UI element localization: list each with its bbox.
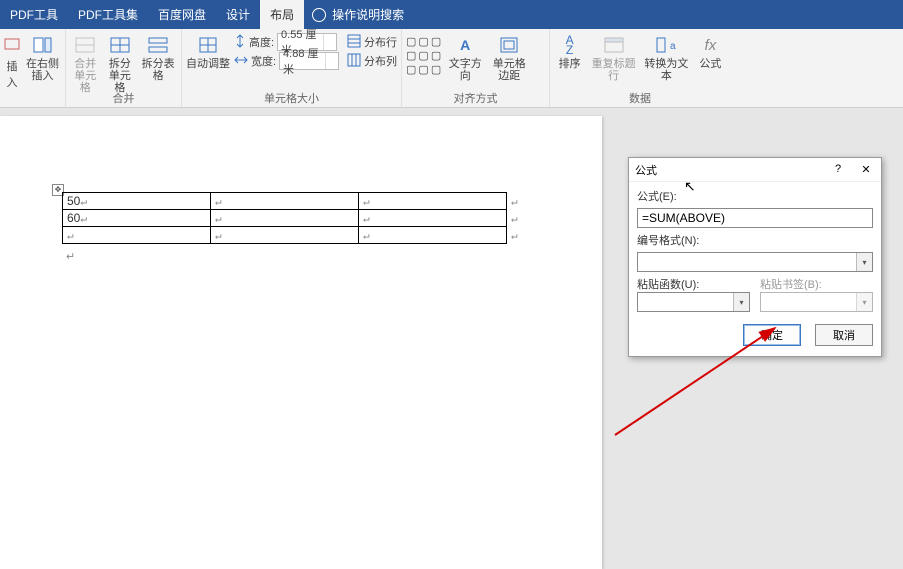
align-tr-icon[interactable]: ▢ bbox=[431, 35, 441, 48]
distribute-rows-icon bbox=[347, 34, 361, 51]
width-icon bbox=[234, 54, 248, 69]
page[interactable]: ✥ 50↵ ↵ ↵ ↵ 60↵ ↵ ↵ ↵ ↵ ↵ ↵ ↵ ↵ bbox=[0, 116, 602, 569]
split-cells-button[interactable]: 拆分 单元格 bbox=[105, 31, 136, 94]
number-format-input[interactable] bbox=[637, 252, 873, 272]
distribute-cols-button[interactable]: 分布列 bbox=[347, 52, 397, 70]
dialog-title: 公式 bbox=[635, 162, 657, 178]
number-format-label: 编号格式(N): bbox=[637, 232, 873, 248]
merge-cells-icon bbox=[74, 34, 96, 56]
chevron-down-icon[interactable]: ▾ bbox=[856, 253, 872, 271]
align-tc-icon[interactable]: ▢ bbox=[418, 35, 428, 48]
paste-function-combo[interactable]: ▾ bbox=[637, 292, 750, 312]
align-mr-icon[interactable]: ▢ bbox=[431, 49, 441, 62]
cell-value[interactable]: 50 bbox=[67, 194, 80, 208]
insert-button[interactable]: 插入 bbox=[4, 31, 20, 90]
group-label-insert bbox=[4, 91, 61, 107]
formula-input[interactable] bbox=[637, 208, 873, 228]
paste-bookmark-combo: ▾ bbox=[760, 292, 873, 312]
distribute-rows-button[interactable]: 分布行 bbox=[347, 33, 397, 51]
split-cells-icon bbox=[109, 34, 131, 56]
insert-right-button[interactable]: 在右侧插入 bbox=[24, 31, 61, 82]
group-label-data: 数据 bbox=[554, 91, 726, 107]
dialog-help-button[interactable]: ? bbox=[829, 163, 847, 176]
width-input[interactable]: 4.88 厘米 bbox=[279, 52, 339, 70]
convert-text-icon: a bbox=[655, 34, 677, 56]
repeat-header-icon bbox=[603, 34, 625, 56]
table-row: ↵ ↵ ↵ ↵ bbox=[63, 227, 547, 244]
align-bc-icon[interactable]: ▢ bbox=[418, 63, 428, 76]
text-direction-button[interactable]: A 文字方向 bbox=[445, 31, 485, 82]
formula-button[interactable]: fx 公式 bbox=[695, 31, 726, 70]
chevron-down-icon[interactable]: ▾ bbox=[733, 293, 749, 311]
paragraph-mark-icon: ↵ bbox=[66, 250, 75, 263]
insert-label: 插入 bbox=[4, 58, 20, 90]
ribbon: 插入 在右侧插入 合并 单元格 拆分 单元格 拆分表格 合并 bbox=[0, 29, 903, 108]
insert-icon bbox=[1, 34, 23, 56]
merge-cells-button: 合并 单元格 bbox=[70, 31, 101, 94]
formula-field-label: 公式(E): bbox=[637, 188, 873, 204]
alignment-grid[interactable]: ▢▢▢ ▢▢▢ ▢▢▢ bbox=[406, 31, 441, 76]
autofit-icon bbox=[197, 34, 219, 56]
tab-pdf-suite[interactable]: PDF工具集 bbox=[68, 0, 148, 29]
table-row: 50↵ ↵ ↵ ↵ bbox=[63, 193, 547, 210]
cancel-button[interactable]: 取消 bbox=[815, 324, 873, 346]
group-label-cellsize: 单元格大小 bbox=[186, 91, 397, 107]
sort-icon: AZ bbox=[559, 34, 581, 56]
height-label: 高度: bbox=[249, 34, 274, 50]
repeat-header-button: 重复标题行 bbox=[589, 31, 638, 82]
tab-design[interactable]: 设计 bbox=[216, 0, 260, 29]
cell-margins-button[interactable]: 单元格 边距 bbox=[489, 31, 529, 82]
dialog-close-button[interactable]: ✕ bbox=[857, 163, 875, 176]
cell-margins-icon bbox=[498, 34, 520, 56]
tab-layout[interactable]: 布局 bbox=[260, 0, 304, 29]
text-direction-icon: A bbox=[454, 34, 476, 56]
height-icon bbox=[234, 34, 246, 51]
tab-pdf-tool[interactable]: PDF工具 bbox=[0, 0, 68, 29]
align-mc-icon[interactable]: ▢ bbox=[418, 49, 428, 62]
chevron-down-icon: ▾ bbox=[856, 293, 872, 311]
number-format-combo[interactable]: ▾ bbox=[637, 252, 873, 272]
convert-to-text-button[interactable]: a 转换为文本 bbox=[642, 31, 691, 82]
ribbon-tabbar: PDF工具 PDF工具集 百度网盘 设计 布局 操作说明搜索 bbox=[0, 0, 903, 29]
tell-me-search[interactable]: 操作说明搜索 bbox=[304, 0, 412, 29]
group-label-align: 对齐方式 bbox=[406, 91, 545, 107]
split-table-button[interactable]: 拆分表格 bbox=[139, 31, 177, 82]
cell-value[interactable]: 60 bbox=[67, 211, 80, 225]
split-table-icon bbox=[147, 34, 169, 56]
ok-button[interactable]: 确定 bbox=[743, 324, 801, 346]
align-tl-icon[interactable]: ▢ bbox=[406, 35, 416, 48]
width-label: 宽度: bbox=[251, 53, 276, 69]
paste-function-label: 粘贴函数(U): bbox=[637, 276, 750, 292]
formula-dialog: 公式 ? ✕ 公式(E): 编号格式(N): ▾ 粘贴函数(U): ▾ 粘贴书签… bbox=[628, 157, 882, 357]
tab-baidu[interactable]: 百度网盘 bbox=[148, 0, 216, 29]
paste-bookmark-label: 粘贴书签(B): bbox=[760, 276, 873, 292]
table-row: 60↵ ↵ ↵ ↵ bbox=[63, 210, 547, 227]
formula-icon: fx bbox=[699, 34, 721, 56]
lightbulb-icon bbox=[312, 8, 326, 22]
insert-right-icon bbox=[32, 34, 54, 56]
distribute-cols-icon bbox=[347, 53, 361, 70]
svg-text:a: a bbox=[670, 41, 676, 52]
document-table[interactable]: 50↵ ↵ ↵ ↵ 60↵ ↵ ↵ ↵ ↵ ↵ ↵ ↵ bbox=[62, 192, 547, 244]
align-bl-icon[interactable]: ▢ bbox=[406, 63, 416, 76]
align-ml-icon[interactable]: ▢ bbox=[406, 49, 416, 62]
align-br-icon[interactable]: ▢ bbox=[431, 63, 441, 76]
group-label-merge: 合并 bbox=[70, 91, 177, 107]
autofit-button[interactable]: 自动调整 bbox=[186, 31, 230, 70]
sort-button[interactable]: AZ 排序 bbox=[554, 31, 585, 70]
